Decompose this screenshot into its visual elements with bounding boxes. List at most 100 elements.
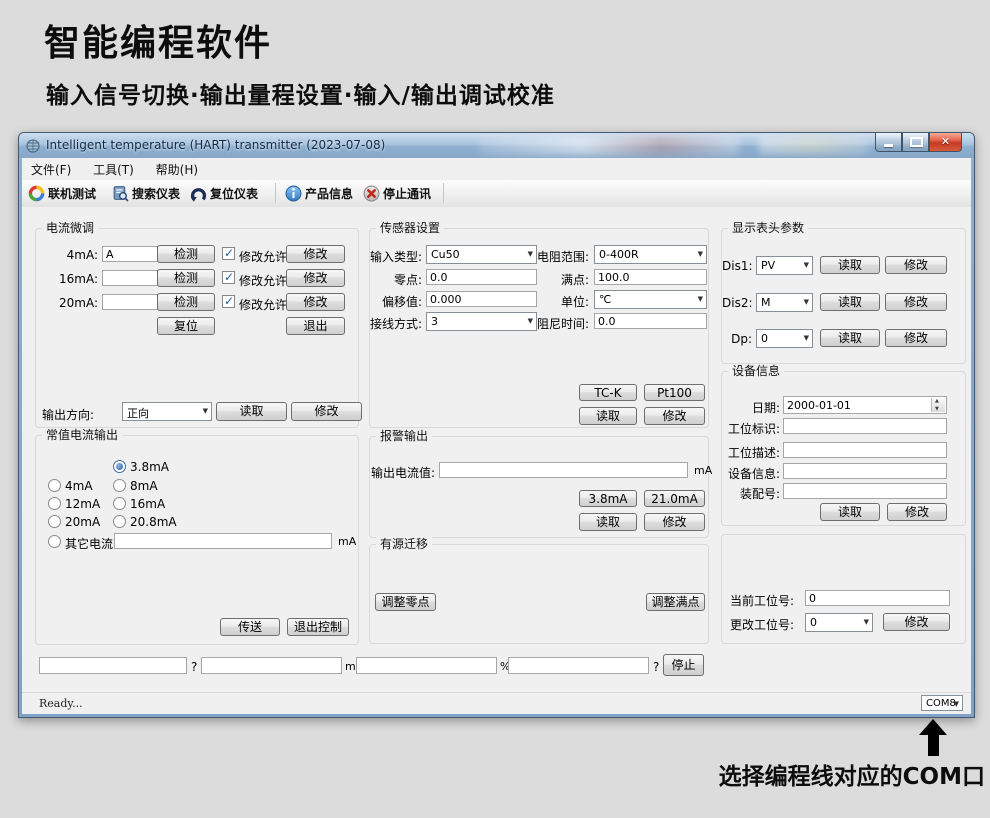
damping-input[interactable]	[594, 313, 707, 329]
toolbar: 联机测试 搜索仪表 复位仪表	[22, 180, 971, 208]
device-info-input[interactable]	[783, 463, 947, 479]
tag-input[interactable]	[783, 418, 947, 434]
modify-button[interactable]: 修改	[885, 293, 947, 311]
modify-button[interactable]: 修改	[286, 269, 345, 287]
detect-button[interactable]: 检测	[157, 293, 215, 311]
tck-button[interactable]: TC-K	[579, 384, 637, 401]
selected-value: COM8	[926, 698, 956, 709]
modify-button[interactable]: 修改	[885, 256, 947, 274]
assembly-input[interactable]	[783, 483, 947, 499]
date-label: 日期:	[722, 399, 780, 416]
toolbar-search-instrument[interactable]: 搜索仪表	[112, 183, 180, 203]
modify-button[interactable]: 修改	[883, 613, 950, 631]
dis2-select[interactable]: M	[756, 293, 813, 312]
minimize-button[interactable]	[875, 133, 902, 152]
offset-label: 偏移值:	[370, 293, 422, 310]
current-station-input[interactable]	[805, 590, 950, 606]
resistance-range-select[interactable]: 0-400R	[594, 245, 707, 264]
radio-3p8ma[interactable]	[113, 460, 126, 473]
radio-20ma[interactable]	[48, 515, 61, 528]
radio-label: 20.8mA	[130, 515, 177, 529]
monitor-input-3[interactable]	[356, 657, 497, 674]
modify-button[interactable]: 修改	[286, 245, 345, 263]
pt100-button[interactable]: Pt100	[644, 384, 705, 401]
detect-button[interactable]: 检测	[157, 269, 215, 287]
maximize-button[interactable]	[902, 133, 929, 152]
current-station-label: 当前工位号:	[722, 592, 794, 609]
allow-modify-checkbox[interactable]	[222, 247, 235, 260]
other-current-input[interactable]	[114, 533, 332, 549]
toolbar-separator	[443, 183, 444, 203]
trim-20ma-input[interactable]	[102, 294, 158, 310]
toolbar-product-info[interactable]: 产品信息	[285, 183, 353, 203]
menu-file[interactable]: 文件(F)	[22, 158, 80, 178]
dis1-select[interactable]: PV	[756, 256, 813, 275]
selected-value: 正向	[127, 405, 149, 421]
radio-8ma[interactable]	[113, 479, 126, 492]
radio-label: 3.8mA	[130, 460, 169, 474]
trim-4ma-input[interactable]	[102, 246, 158, 262]
read-button[interactable]: 读取	[820, 293, 880, 311]
toolbar-reset-instrument[interactable]: 复位仪表	[190, 183, 258, 203]
zero-input[interactable]	[426, 269, 537, 285]
input-type-select[interactable]: Cu50	[426, 245, 537, 264]
selected-value: 0	[810, 616, 817, 629]
offset-input[interactable]	[426, 291, 537, 307]
read-button[interactable]: 读取	[579, 513, 637, 531]
detect-button[interactable]: 检测	[157, 245, 215, 263]
monitor-input-2[interactable]	[201, 657, 342, 674]
stop-icon	[363, 185, 380, 202]
modify-button[interactable]: 修改	[291, 402, 362, 421]
trim-16ma-input[interactable]	[102, 270, 158, 286]
radio-20p8ma[interactable]	[113, 515, 126, 528]
read-button[interactable]: 读取	[820, 256, 880, 274]
adjust-full-button[interactable]: 调整满点	[646, 593, 705, 611]
monitor-input-4[interactable]	[508, 657, 649, 674]
change-station-select[interactable]: 0	[805, 613, 873, 632]
reset-button[interactable]: 复位	[157, 317, 215, 335]
selected-value: 3	[431, 315, 438, 328]
read-button[interactable]: 读取	[820, 329, 880, 347]
date-spinner[interactable]	[931, 398, 945, 412]
selected-value: 0-400R	[599, 248, 639, 261]
read-button[interactable]: 读取	[820, 503, 880, 521]
modify-button[interactable]: 修改	[644, 407, 705, 425]
alarm-high-button[interactable]: 21.0mA	[644, 490, 705, 507]
date-input[interactable]: 2000-01-01	[783, 396, 947, 414]
output-direction-select[interactable]: 正向	[122, 402, 212, 421]
allow-modify-label: 修改允许	[239, 272, 287, 289]
allow-modify-checkbox[interactable]	[222, 295, 235, 308]
radio-16ma[interactable]	[113, 497, 126, 510]
allow-modify-label: 修改允许	[239, 248, 287, 265]
desc-input[interactable]	[783, 442, 947, 458]
wiring-select[interactable]: 3	[426, 312, 537, 331]
device-info-label: 设备信息:	[722, 465, 780, 482]
modify-button[interactable]: 修改	[644, 513, 705, 531]
stop-button[interactable]: 停止	[663, 654, 704, 676]
exit-control-button[interactable]: 退出控制	[287, 618, 349, 636]
full-input[interactable]	[594, 269, 707, 285]
modify-button[interactable]: 修改	[885, 329, 947, 347]
exit-button[interactable]: 退出	[286, 317, 345, 335]
com-port-select[interactable]: COM8	[921, 695, 963, 711]
send-button[interactable]: 传送	[220, 618, 280, 636]
toolbar-stop-comm[interactable]: 停止通讯	[363, 183, 431, 203]
alarm-low-button[interactable]: 3.8mA	[579, 490, 637, 507]
monitor-input-1[interactable]	[39, 657, 187, 674]
allow-modify-checkbox[interactable]	[222, 271, 235, 284]
unit-select[interactable]: ℃	[594, 290, 707, 309]
modify-button[interactable]: 修改	[887, 503, 947, 521]
alarm-current-input[interactable]	[439, 462, 688, 478]
close-button[interactable]	[929, 133, 962, 152]
radio-12ma[interactable]	[48, 497, 61, 510]
modify-button[interactable]: 修改	[286, 293, 345, 311]
menu-tools[interactable]: 工具(T)	[84, 158, 143, 178]
read-button[interactable]: 读取	[579, 407, 637, 425]
read-button[interactable]: 读取	[216, 402, 287, 421]
dp-select[interactable]: 0	[756, 329, 813, 348]
radio-4ma[interactable]	[48, 479, 61, 492]
radio-other-current[interactable]	[48, 535, 61, 548]
adjust-zero-button[interactable]: 调整零点	[375, 593, 436, 611]
toolbar-online-test[interactable]: 联机测试	[28, 183, 96, 203]
menu-help[interactable]: 帮助(H)	[147, 158, 207, 178]
